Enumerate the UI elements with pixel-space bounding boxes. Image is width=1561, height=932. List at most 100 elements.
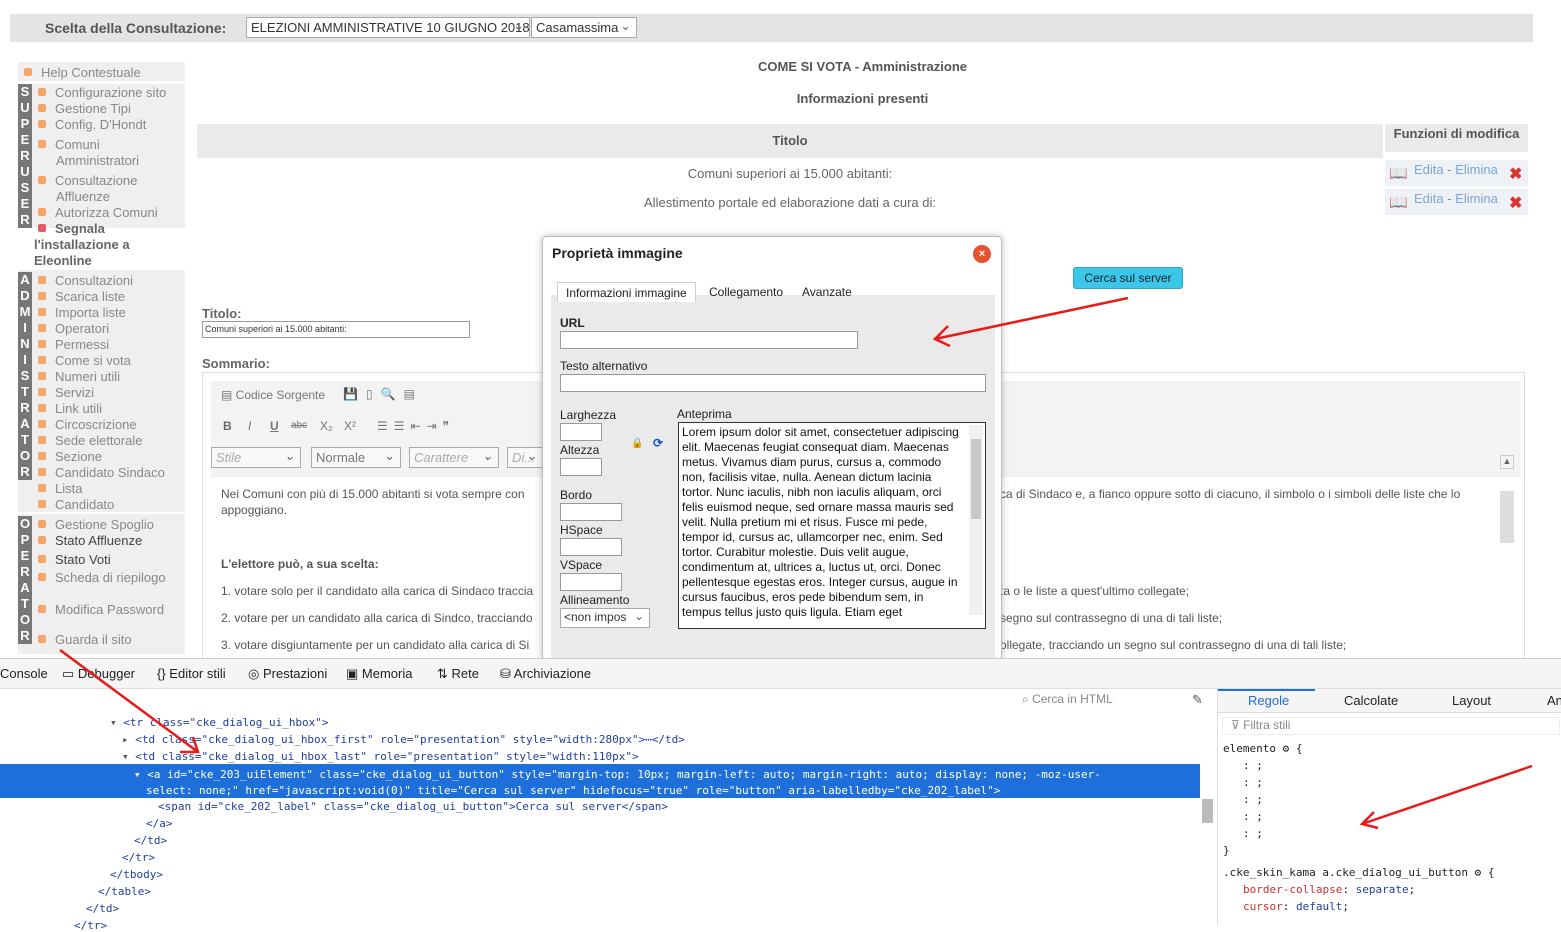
selected-html-node[interactable]: ▾ <a id="cke_203_uiElement" class="cke_d… — [0, 764, 1200, 798]
sidebar-item[interactable]: Configurazione sito — [38, 85, 166, 100]
edit-link[interactable]: Edita — [1414, 191, 1444, 206]
sidebar-item[interactable]: Consultazione — [38, 173, 137, 188]
titolo-input[interactable]: Comuni superiori ai 15.000 abitanti: — [202, 321, 470, 338]
height-input[interactable] — [560, 458, 602, 476]
css-declaration[interactable]: border-collapse: separate; — [1243, 883, 1415, 896]
sidebar-item[interactable]: Candidato — [38, 497, 114, 512]
css-declaration[interactable]: : ; — [1243, 776, 1263, 789]
sidebar-item[interactable]: Come si vota — [38, 353, 131, 368]
sidebar-item[interactable]: Sede elettorale — [38, 433, 142, 448]
css-declaration[interactable]: : ; — [1243, 759, 1263, 772]
sidebar-item[interactable]: Circoscrizione — [38, 417, 137, 432]
sidebar-item[interactable]: Gestione Tipi — [38, 101, 131, 116]
consultation-select[interactable]: ELEZIONI AMMINISTRATIVE 10 GIUGNO 2018 — [246, 17, 530, 38]
html-node[interactable]: ▾ <tr class="cke_dialog_ui_hbox"> — [110, 716, 329, 729]
sidebar-item-help[interactable]: Help Contestuale — [24, 65, 141, 80]
tab-rules[interactable]: Regole — [1248, 693, 1289, 708]
search-server-button[interactable]: Cerca sul server — [1073, 267, 1183, 289]
html-node[interactable]: </tbody> — [110, 868, 163, 881]
format-select[interactable]: Normale — [311, 447, 401, 468]
border-input[interactable] — [560, 503, 622, 521]
css-declaration[interactable]: : ; — [1243, 827, 1263, 840]
sidebar-item[interactable]: Guarda il sito — [38, 632, 132, 647]
alt-input[interactable] — [560, 374, 986, 392]
source-button[interactable]: ▤ Codice Sorgente — [221, 388, 325, 402]
url-input[interactable] — [560, 331, 858, 349]
html-node[interactable]: </tr> — [74, 919, 107, 932]
size-select[interactable]: Di... — [507, 447, 543, 468]
tab-network[interactable]: ⇅ Rete — [437, 666, 479, 682]
sidebar-item[interactable]: Comuni — [38, 137, 100, 152]
tab-performance[interactable]: ◎ Prestazioni — [248, 666, 327, 682]
sidebar-item[interactable]: Numeri utili — [38, 369, 120, 384]
delete-link[interactable]: Elimina — [1455, 191, 1498, 206]
css-declaration[interactable]: : ; — [1243, 810, 1263, 823]
close-icon[interactable]: × — [973, 245, 991, 263]
tab-link[interactable]: Collegamento — [701, 282, 791, 302]
lock-icon[interactable]: 🔒 — [631, 438, 643, 449]
tab-layout[interactable]: Layout — [1452, 693, 1491, 708]
sidebar-item[interactable]: l'installazione a — [34, 237, 130, 252]
hspace-input[interactable] — [560, 538, 622, 556]
reset-size-icon[interactable]: ⟳ — [653, 436, 663, 450]
css-declaration[interactable]: : ; — [1243, 793, 1263, 806]
html-node[interactable]: </table> — [98, 885, 151, 898]
tab-memory[interactable]: ▣ Memoria — [346, 666, 412, 682]
vspace-input[interactable] — [560, 573, 622, 591]
delete-link[interactable]: Elimina — [1455, 162, 1498, 177]
sidebar-item[interactable]: Autorizza Comuni — [38, 205, 158, 220]
sidebar-item[interactable]: Scheda di riepilogo — [38, 570, 166, 585]
editor-scrollbar[interactable] — [1500, 491, 1514, 543]
sidebar-item[interactable]: Segnala — [38, 221, 105, 236]
tab-storage[interactable]: ⛁ Archiviazione — [500, 666, 591, 682]
filter-styles-input[interactable]: ⊽ Filtra stili — [1222, 717, 1560, 735]
sidebar-item[interactable]: Gestione Spoglio — [38, 517, 154, 532]
preview-scrollbar[interactable] — [969, 425, 983, 615]
html-node[interactable]: ▾ <td class="cke_dialog_ui_hbox_last" ro… — [122, 750, 639, 763]
sidebar-item[interactable]: Scarica liste — [38, 289, 125, 304]
html-node[interactable]: </td> — [134, 834, 167, 847]
italic-button[interactable]: I — [248, 419, 251, 433]
html-node[interactable]: </tr> — [122, 851, 155, 864]
subscript-button[interactable]: X₂ — [320, 419, 333, 433]
toolbar-icons[interactable]: 💾▯🔍▤ — [343, 387, 423, 401]
html-scrollbar[interactable] — [1202, 799, 1213, 823]
strike-button[interactable]: abc — [291, 420, 307, 431]
html-node[interactable]: </td> — [86, 902, 119, 915]
css-declaration[interactable]: cursor: default; — [1243, 900, 1349, 913]
sidebar-item[interactable]: Permessi — [38, 337, 109, 352]
sidebar-item[interactable]: Lista — [38, 481, 82, 496]
sidebar-item[interactable]: Consultazioni — [38, 273, 133, 288]
sidebar-item[interactable]: Link utili — [38, 401, 102, 416]
underline-button[interactable]: U — [270, 419, 279, 433]
html-node[interactable]: </a> — [146, 817, 173, 830]
tab-computed[interactable]: Calcolate — [1344, 693, 1398, 708]
comune-select[interactable]: Casamassima — [531, 17, 637, 38]
tab-style-editor[interactable]: {} Editor stili — [157, 666, 226, 681]
style-select[interactable]: Stile — [211, 447, 301, 468]
width-input[interactable] — [560, 423, 602, 441]
delete-icon[interactable]: ✖ — [1509, 164, 1522, 184]
bold-button[interactable]: B — [223, 419, 232, 433]
tab-image-info[interactable]: Informazioni immagine — [557, 282, 696, 302]
sidebar-item[interactable]: Operatori — [38, 321, 109, 336]
sidebar-item[interactable]: Config. D'Hondt — [38, 117, 146, 132]
scroll-up-icon[interactable]: ▲ — [1500, 455, 1514, 469]
align-select[interactable]: <non impos — [560, 608, 650, 628]
edit-link[interactable]: Edita — [1414, 162, 1444, 177]
tab-debugger[interactable]: ▭ Debugger — [62, 666, 135, 682]
sidebar-item[interactable]: Stato Voti — [38, 552, 111, 567]
sidebar-item[interactable]: Affluenze — [56, 189, 110, 204]
tab-console[interactable]: Console — [0, 666, 48, 681]
tab-advanced[interactable]: Avanzate — [794, 282, 860, 302]
sidebar-item[interactable]: Modifica Password — [38, 602, 164, 617]
font-select[interactable]: Carattere — [409, 447, 499, 468]
sidebar-item[interactable]: Amministratori — [56, 153, 139, 168]
html-node[interactable]: ▸ <td class="cke_dialog_ui_hbox_first" r… — [122, 733, 685, 746]
sidebar-item[interactable]: Stato Affluenze — [38, 533, 142, 548]
sidebar-item[interactable]: Importa liste — [38, 305, 126, 320]
list-buttons[interactable]: ☰☰⇤⇥❞ — [377, 419, 455, 433]
sidebar-item[interactable]: Candidato Sindaco — [38, 465, 165, 480]
superscript-button[interactable]: X² — [344, 419, 356, 433]
sidebar-item[interactable]: Eleonline — [34, 253, 92, 268]
